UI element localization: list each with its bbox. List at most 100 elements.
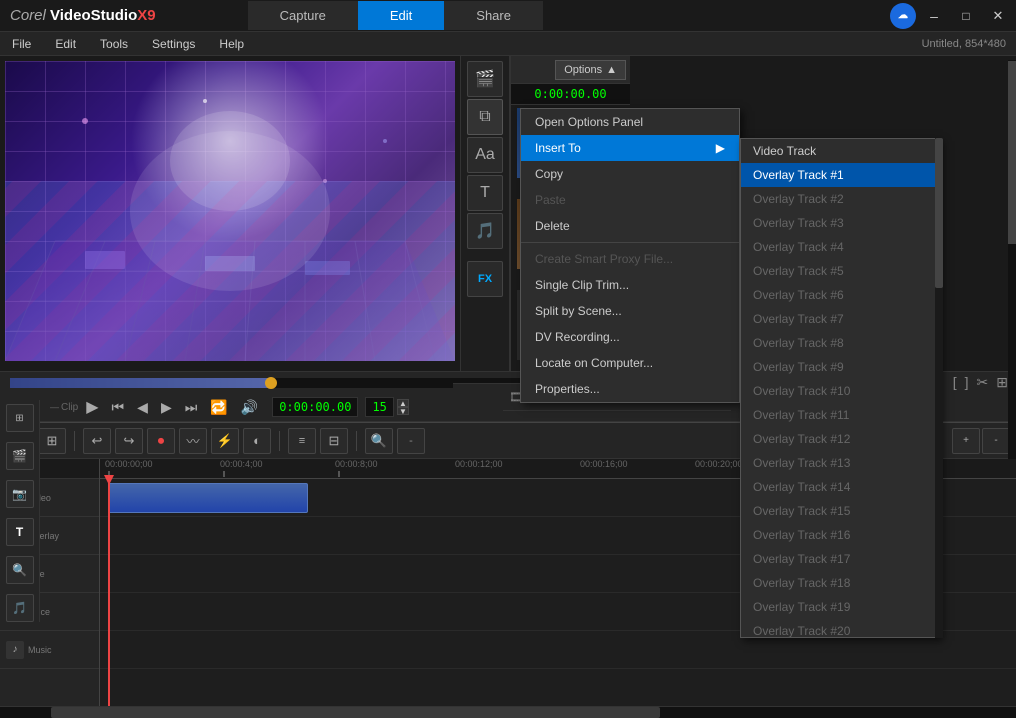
zoom-out-btn[interactable]: -: [397, 428, 425, 454]
submenu-overlay-2[interactable]: Overlay Track #2: [741, 187, 939, 211]
camera-icon-btn[interactable]: 📷: [6, 480, 34, 508]
storyboard-btn[interactable]: ⊞: [38, 428, 66, 454]
submenu-overlay-8[interactable]: Overlay Track #8: [741, 331, 939, 355]
audio-btn[interactable]: 〰: [179, 428, 207, 454]
music-icon-btn[interactable]: 🎵: [6, 594, 34, 622]
video-icon-btn[interactable]: 🎬: [6, 442, 34, 470]
insert-track-btn[interactable]: +: [952, 428, 980, 454]
overlay-tool-icon[interactable]: ⧉: [467, 99, 503, 135]
ctx-smart-proxy: Create Smart Proxy File...: [521, 246, 739, 272]
corel-cloud-icon[interactable]: ☁: [890, 3, 916, 29]
ctx-insert-to-label: Insert To: [535, 141, 581, 155]
ctx-single-clip-trim[interactable]: Single Clip Trim...: [521, 272, 739, 298]
submenu-overlay-10[interactable]: Overlay Track #10: [741, 379, 939, 403]
end-button[interactable]: ⏭: [180, 397, 203, 418]
submenu-overlay-16[interactable]: Overlay Track #16: [741, 523, 939, 547]
ctx-split-scene[interactable]: Split by Scene...: [521, 298, 739, 324]
fx-tool-icon[interactable]: FX: [467, 261, 503, 297]
title-tool-icon[interactable]: Aa: [467, 137, 503, 173]
minimize-button[interactable]: –: [920, 5, 948, 27]
mute-btn[interactable]: ◐: [243, 428, 271, 454]
track-manager-btn[interactable]: ⊟: [320, 428, 348, 454]
toolbar-separator-3: [356, 431, 357, 451]
insert-submenu: Video Track Overlay Track #1 Overlay Tra…: [740, 138, 940, 638]
menu-help[interactable]: Help: [207, 34, 256, 54]
playhead[interactable]: [108, 479, 110, 706]
menu-edit[interactable]: Edit: [43, 34, 88, 54]
submenu-overlay-12[interactable]: Overlay Track #12: [741, 427, 939, 451]
toolbar-separator-1: [74, 431, 75, 451]
undo-btn[interactable]: ↩: [83, 428, 111, 454]
media-scrollbar[interactable]: [1008, 60, 1016, 518]
record-btn[interactable]: ⏺: [147, 428, 175, 454]
zoom-icon-btn[interactable]: 🔍: [6, 556, 34, 584]
submenu-overlay-20[interactable]: Overlay Track #20: [741, 619, 939, 638]
menu-settings[interactable]: Settings: [140, 34, 207, 54]
next-frame-button[interactable]: ▶: [156, 397, 177, 418]
ctx-open-options[interactable]: Open Options Panel: [521, 109, 739, 135]
capture-tab[interactable]: Capture: [248, 1, 358, 30]
close-button[interactable]: ✕: [984, 5, 1012, 27]
text-icon-btn[interactable]: T: [6, 518, 34, 546]
submenu-overlay-7[interactable]: Overlay Track #7: [741, 307, 939, 331]
submenu-overlay-6[interactable]: Overlay Track #6: [741, 283, 939, 307]
edit-tab[interactable]: Edit: [358, 1, 444, 30]
video-clip[interactable]: [108, 483, 308, 513]
subtitle-btn[interactable]: ≡: [288, 428, 316, 454]
play-button[interactable]: ▶: [81, 395, 103, 419]
maximize-button[interactable]: □: [952, 5, 980, 27]
ctx-properties[interactable]: Properties...: [521, 376, 739, 402]
menu-file[interactable]: File: [0, 34, 43, 54]
h-scrollbar[interactable]: [0, 706, 1016, 718]
track-header-music: ♪ Music: [0, 631, 99, 669]
mark-out-icon[interactable]: ]: [962, 374, 972, 391]
submenu-overlay-19[interactable]: Overlay Track #19: [741, 595, 939, 619]
ctx-delete[interactable]: Delete: [521, 213, 739, 239]
audio-tool-icon[interactable]: 🎵: [467, 213, 503, 249]
submenu-overlay-13[interactable]: Overlay Track #13: [741, 451, 939, 475]
ctx-separator-1: [521, 242, 739, 243]
redo-btn[interactable]: ↪: [115, 428, 143, 454]
cut-icon[interactable]: ✂: [974, 374, 992, 391]
chevron-up-icon: ▲: [606, 64, 617, 76]
menu-tools[interactable]: Tools: [88, 34, 140, 54]
submenu-overlay-14[interactable]: Overlay Track #14: [741, 475, 939, 499]
ctx-copy[interactable]: Copy: [521, 161, 739, 187]
prev-frame-button[interactable]: ◀: [132, 397, 153, 418]
music-track-icon: ♪: [6, 641, 24, 659]
submenu-video-track[interactable]: Video Track: [741, 139, 939, 163]
ctx-insert-to[interactable]: Insert To ▶: [521, 135, 739, 161]
submenu-overlay-15[interactable]: Overlay Track #15: [741, 499, 939, 523]
submenu-overlay-3[interactable]: Overlay Track #3: [741, 211, 939, 235]
ctx-locate-computer[interactable]: Locate on Computer...: [521, 350, 739, 376]
title-bar: Corel VideoStudioX9 Capture Edit Share ☁…: [0, 0, 1016, 32]
submenu-scrollbar[interactable]: [935, 138, 943, 638]
project-name: Untitled, 854*480: [922, 38, 1016, 50]
ctx-arrow-icon: ▶: [716, 141, 725, 155]
delete-track-btn[interactable]: -: [982, 428, 1010, 454]
submenu-overlay-11[interactable]: Overlay Track #11: [741, 403, 939, 427]
duration-stepper[interactable]: ▲ ▼: [397, 399, 409, 415]
start-button[interactable]: ⏮: [107, 397, 130, 418]
repeat-button[interactable]: 🔁: [205, 397, 232, 418]
submenu-overlay-1[interactable]: Overlay Track #1: [741, 163, 939, 187]
video-preview[interactable]: [5, 61, 455, 361]
zoom-btn[interactable]: 🔍: [365, 428, 393, 454]
browse-bar: [453, 383, 503, 411]
ctx-dv-recording[interactable]: DV Recording...: [521, 324, 739, 350]
split-btn[interactable]: ⚡: [211, 428, 239, 454]
submenu-overlay-9[interactable]: Overlay Track #9: [741, 355, 939, 379]
submenu-overlay-4[interactable]: Overlay Track #4: [741, 235, 939, 259]
text-tool-icon[interactable]: T: [467, 175, 503, 211]
submenu-overlay-18[interactable]: Overlay Track #18: [741, 571, 939, 595]
submenu-overlay-17[interactable]: Overlay Track #17: [741, 547, 939, 571]
smart-package-btn[interactable]: ⊞: [6, 404, 34, 432]
options-button[interactable]: Options ▲: [555, 60, 626, 80]
clip-label: Clip: [61, 402, 78, 413]
volume-button[interactable]: 🔊: [236, 397, 263, 418]
video-tool-icon[interactable]: 🎬: [467, 61, 503, 97]
mark-in-icon[interactable]: [: [950, 374, 960, 391]
submenu-overlay-5[interactable]: Overlay Track #5: [741, 259, 939, 283]
share-tab[interactable]: Share: [444, 1, 543, 30]
nav-tabs: Capture Edit Share: [248, 1, 543, 30]
